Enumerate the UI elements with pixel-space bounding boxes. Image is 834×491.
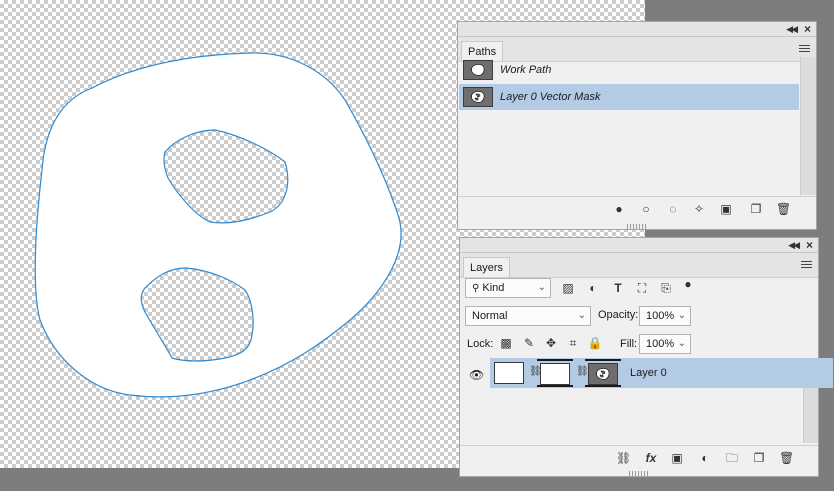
make-work-path-icon[interactable]: ✧ [692,202,706,216]
chevron-down-icon: ⌄ [677,310,686,321]
fill-field[interactable]: 100% ⌄ [639,334,691,354]
vector-mask-thumbnail [585,359,621,387]
paths-bottom-bar: ● ○ ◌ ✧ ▣ ❐ 🗑 [458,196,816,221]
lock-transparent-icon[interactable]: ▩ [498,335,514,351]
layers-tabbar: Layers [460,253,818,278]
layer-row[interactable]: ⛓ ⛓ Layer 0 [490,358,833,388]
chevron-down-icon: ⌄ [537,282,546,293]
shape-filter-icon[interactable]: ⛶ [634,280,650,296]
layers-bottom-bar: ⛓ fx ▣ ◐ 🗀 ❐ 🗑 [460,445,818,470]
paths-scrollbar[interactable] [800,57,816,195]
chevron-down-icon: ⌄ [577,310,586,321]
filter-toggle-icon[interactable]: ● [680,276,696,292]
fill-path-icon[interactable]: ● [612,202,626,216]
type-filter-icon[interactable]: T [610,280,626,296]
lock-position-icon[interactable]: ✥ [543,335,559,351]
new-group-icon[interactable]: 🗀 [725,451,739,465]
fill-value: 100% [646,338,675,350]
layer-name: Layer 0 [630,367,667,379]
lock-artboard-icon[interactable]: ⌗ [565,335,581,351]
path-name: Layer 0 Vector Mask [500,91,601,103]
stroke-path-icon[interactable]: ○ [639,202,653,216]
resize-grip[interactable] [627,224,647,229]
panel-menu-icon[interactable] [799,45,810,54]
layer-mask-thumbnail [537,359,573,387]
adjustment-layer-icon[interactable]: ◐ [698,451,712,465]
path-name: Work Path [500,64,552,76]
filter-kind-dropdown[interactable]: ⚲ Kind ⌄ [465,278,551,298]
layers-panel-header: ◀◀ × [460,238,818,253]
adjustment-filter-icon[interactable]: ◐ [585,280,601,296]
lock-label: Lock: [467,338,494,350]
blend-mode-value: Normal [472,310,508,322]
search-icon: ⚲ [472,283,480,294]
layers-panel: ◀◀ × Layers ⚲ Kind ⌄ ▨ ◐ T ⛶ ⎘ ● Normal … [459,237,833,477]
fx-icon[interactable]: fx [644,451,658,465]
new-path-icon[interactable]: ❐ [749,202,763,216]
opacity-value: 100% [646,310,675,322]
delete-layer-icon[interactable]: 🗑 [779,451,794,465]
fill-label: Fill: [620,338,638,350]
layer-thumbnail [494,362,524,384]
panel-menu-icon[interactable] [801,261,812,270]
lock-all-icon[interactable]: 🔒 [587,335,603,351]
delete-path-icon[interactable]: 🗑 [776,202,791,216]
link-layers-icon[interactable]: ⛓ [616,451,631,465]
opacity-field[interactable]: 100% ⌄ [639,306,691,326]
resize-grip[interactable] [629,471,649,476]
chevron-down-icon: ⌄ [677,338,686,349]
load-selection-icon[interactable]: ◌ [666,202,680,216]
blend-mode-dropdown[interactable]: Normal ⌄ [465,306,591,326]
tab-layers[interactable]: Layers [463,257,511,277]
vector-mask-thumbnail [463,87,493,107]
path-thumbnail [463,60,493,80]
pixel-filter-icon[interactable]: ▨ [560,280,576,296]
lock-image-icon[interactable]: ✎ [521,335,537,351]
path-item-vector-mask[interactable]: Layer 0 Vector Mask [459,84,799,110]
opacity-label: Opacity: [598,309,639,321]
collapse-panel-icon[interactable]: ◀◀ [788,238,800,252]
eye-icon[interactable]: 👁 [469,368,484,382]
layers-scrollbar[interactable] [803,388,818,443]
filter-kind-value: Kind [482,282,505,294]
paths-panel: ◀◀ × Paths Work Path Layer 0 Vector Mask… [457,21,817,230]
path-item-work-path[interactable]: Work Path [459,57,799,83]
smart-object-filter-icon[interactable]: ⎘ [658,280,674,296]
paths-panel-header: ◀◀ × [458,22,816,37]
collapse-panel-icon[interactable]: ◀◀ [786,22,798,36]
new-layer-icon[interactable]: ❐ [752,451,766,465]
close-panel-icon[interactable]: × [804,22,811,36]
add-mask-icon[interactable]: ▣ [670,451,684,465]
close-panel-icon[interactable]: × [806,238,813,252]
add-mask-icon[interactable]: ▣ [719,202,733,216]
